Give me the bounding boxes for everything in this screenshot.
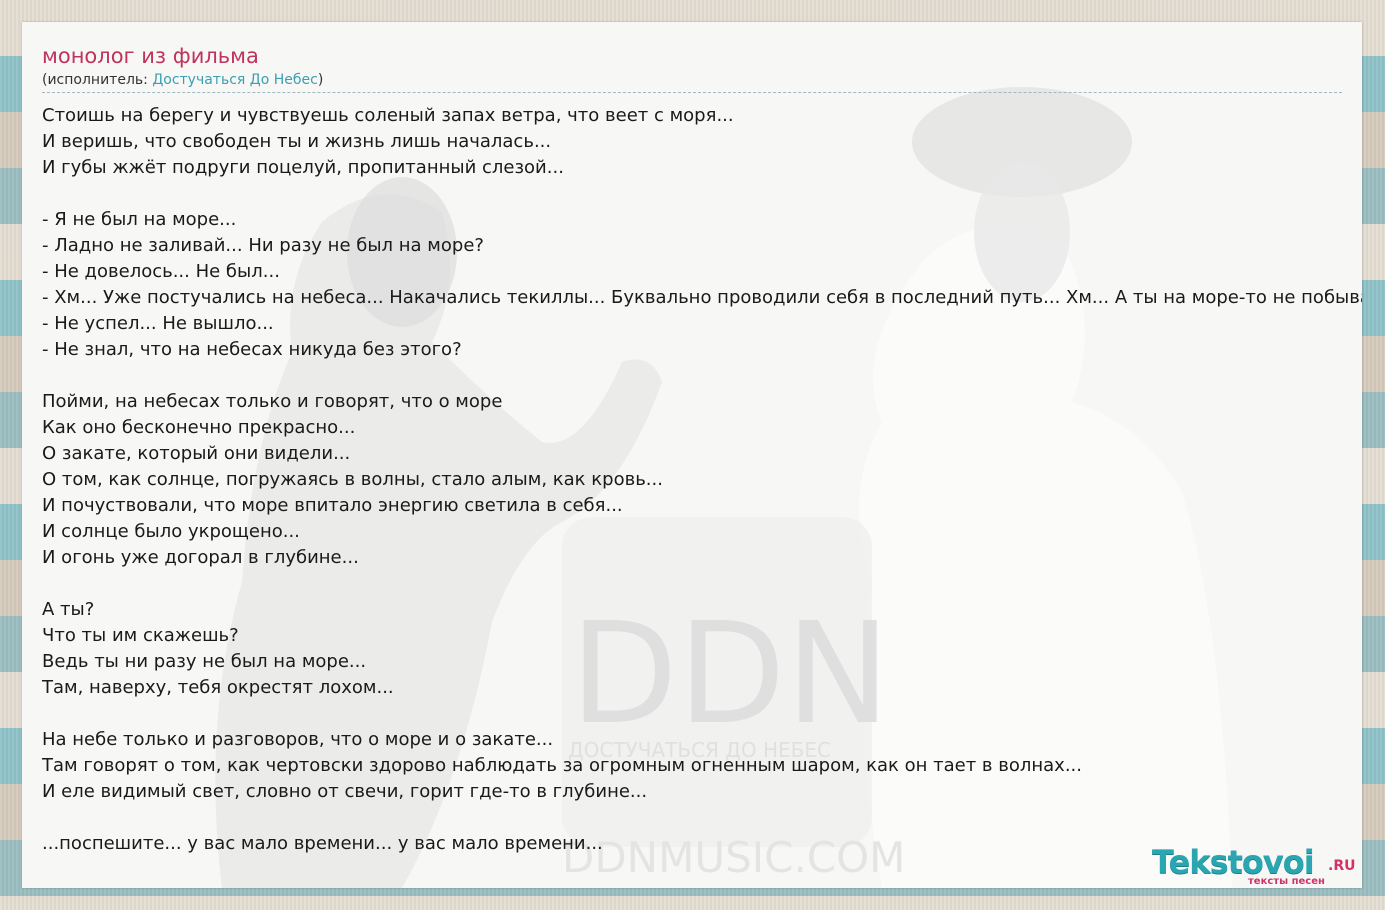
tekstovoi-logo[interactable]: Tekstovoi .RU тексты песен (1152, 842, 1362, 888)
lyric-line (42, 571, 1362, 597)
lyric-line: - Хм... Уже постучались на небеса... Нак… (42, 287, 1362, 308)
lyric-line (42, 701, 1362, 727)
lyric-line: Стоишь на берегу и чувствуешь соленый за… (42, 105, 734, 126)
artist-prefix: (исполнитель: (42, 72, 153, 88)
lyric-line: Там, наверху, тебя окрестят лохом... (42, 677, 394, 698)
lyrics-content: монолог из фильма (исполнитель: Достучат… (42, 42, 1362, 857)
lyric-line: Как оно бесконечно прекрасно... (42, 417, 356, 438)
lyric-line: Что ты им скажешь? (42, 625, 239, 646)
lyric-line: - Не знал, что на небесах никуда без это… (42, 339, 462, 360)
lyric-line: Там говорят о том, как чертовски здорово… (42, 755, 1083, 776)
lyric-line (42, 181, 1362, 207)
lyric-line: - Я не был на море... (42, 209, 237, 230)
lyrics-text: Стоишь на берегу и чувствуешь соленый за… (42, 103, 1362, 857)
lyric-line: И огонь уже догорал в глубине... (42, 547, 359, 568)
logo-tld: .RU (1328, 858, 1356, 874)
lyric-line: А ты? (42, 599, 95, 620)
logo-tagline: тексты песен (1248, 876, 1325, 887)
song-title: монолог из фильма (42, 44, 259, 68)
lyric-line: - Не успел... Не вышло... (42, 313, 274, 334)
lyric-line: - Ладно не заливай... Ни разу не был на … (42, 235, 484, 256)
lyric-line: И губы жжёт подруги поцелуй, пропитанный… (42, 157, 564, 178)
lyric-line: О закате, который они видели... (42, 443, 351, 464)
artist-line: (исполнитель: Достучаться До Небес) (42, 70, 1342, 93)
lyric-line: О том, как солнце, погружаясь в волны, с… (42, 469, 663, 490)
lyric-line: И солнце было укрощено... (42, 521, 300, 542)
lyric-line: На небе только и разговоров, что о море … (42, 729, 554, 750)
lyric-line (42, 363, 1362, 389)
lyric-line: Ведь ты ни разу не был на море... (42, 651, 367, 672)
lyric-line: И веришь, что свободен ты и жизнь лишь н… (42, 131, 552, 152)
lyrics-card: DDN ДОСТУЧАТЬСЯ ДО НЕБЕС DDNMUSIC.COM мо… (22, 22, 1362, 888)
lyric-line: - Не довелось... Не был... (42, 261, 280, 282)
lyric-line: И почуствовали, что море впитало энергию… (42, 495, 623, 516)
artist-link[interactable]: Достучаться До Небес (152, 72, 318, 88)
lyric-line: Пойми, на небесах только и говорят, что … (42, 391, 503, 412)
artist-suffix: ) (317, 72, 324, 88)
lyric-line (42, 805, 1362, 831)
lyric-line: И еле видимый свет, словно от свечи, гор… (42, 781, 648, 802)
